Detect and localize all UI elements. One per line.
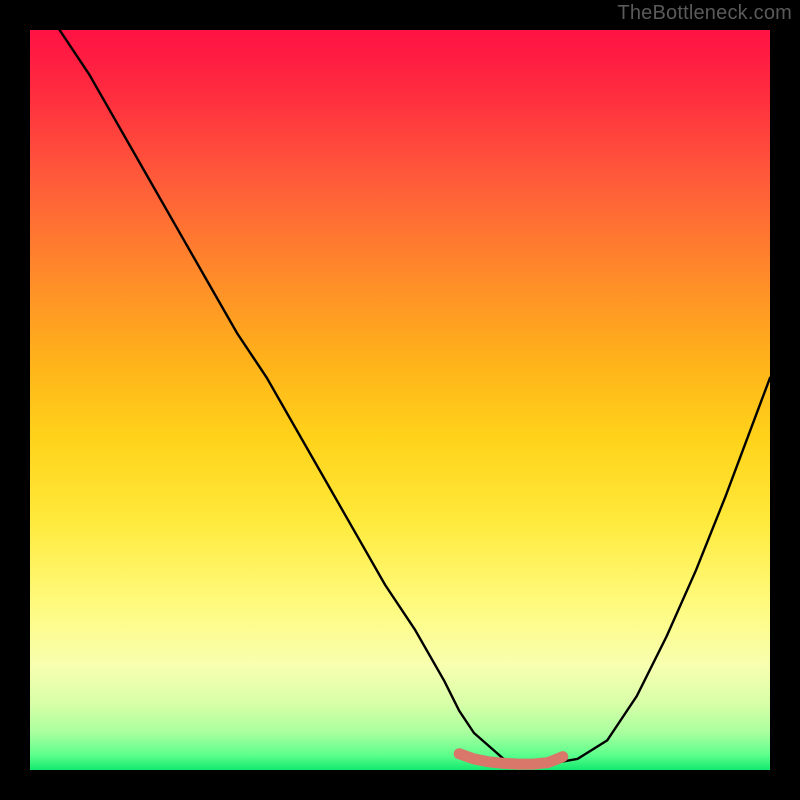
curve-layer [30,30,770,770]
chart-frame: TheBottleneck.com [0,0,800,800]
optimal-band [459,754,563,764]
bottleneck-curve [60,30,770,764]
watermark-text: TheBottleneck.com [617,2,792,25]
plot-area [30,30,770,770]
